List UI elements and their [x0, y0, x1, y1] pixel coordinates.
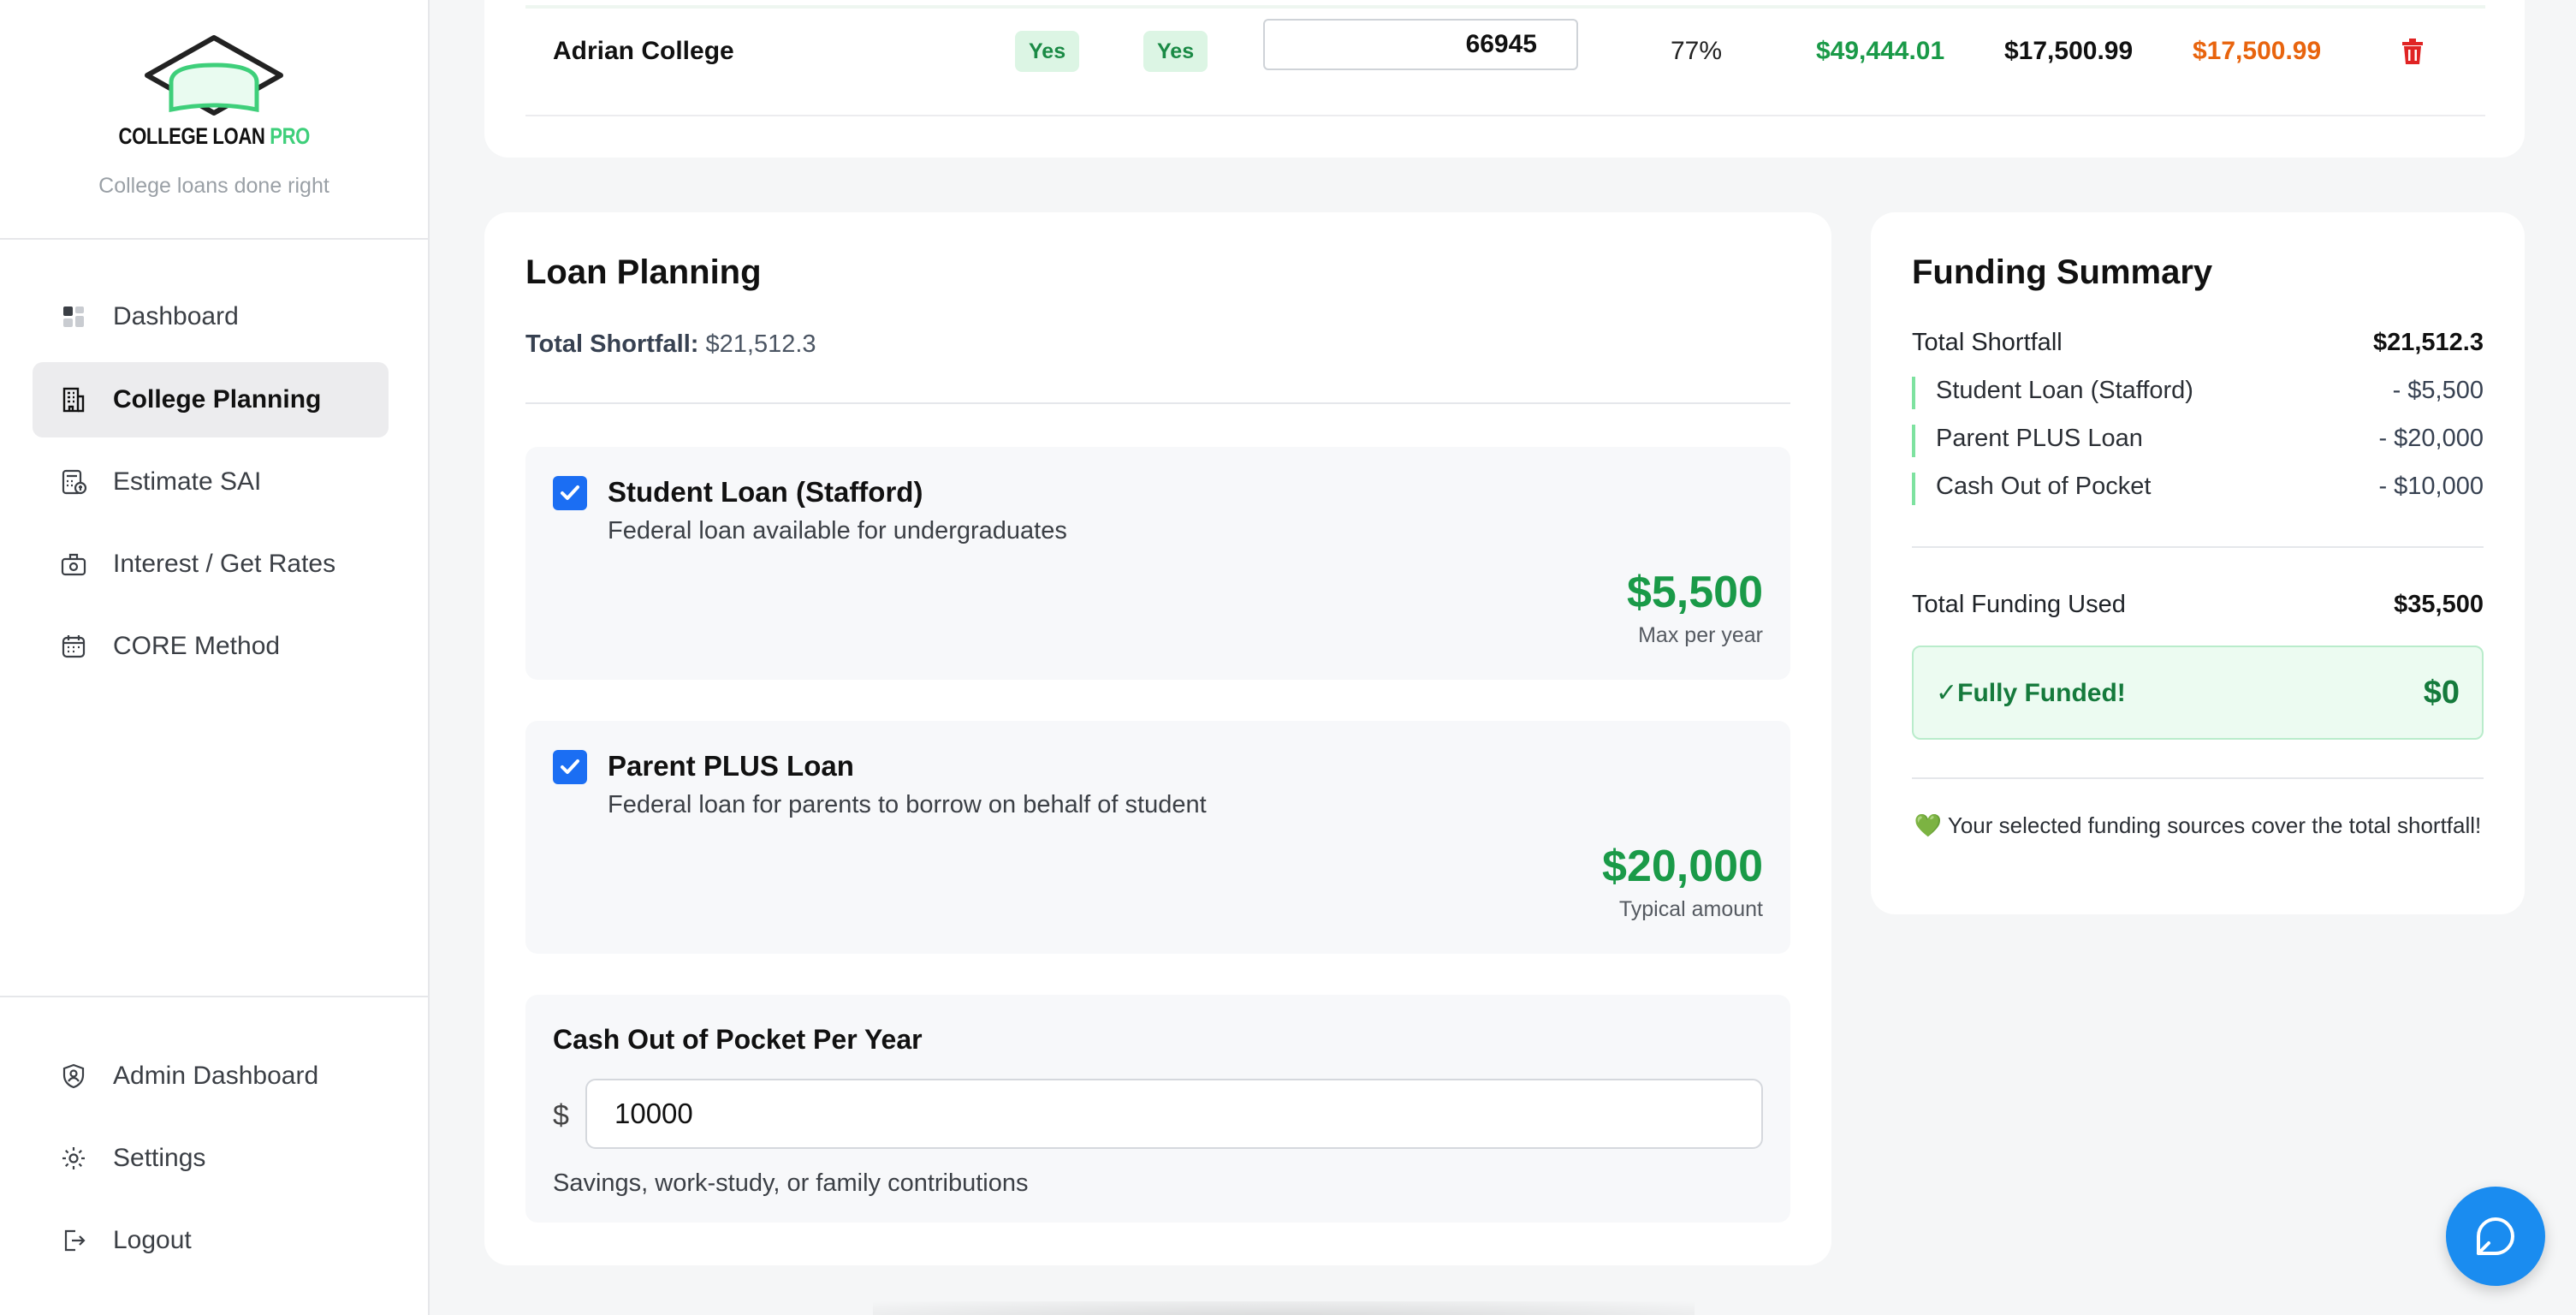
- scroll-shadow: [873, 1301, 1695, 1315]
- summary-total-shortfall: Total Shortfall $21,512.3: [1912, 329, 2484, 356]
- calendar-icon: [60, 633, 87, 660]
- sidebar-item-core-method[interactable]: CORE Method: [33, 609, 389, 684]
- money-icon: [60, 550, 87, 578]
- checkmark-icon: [561, 759, 579, 774]
- option-description: Federal loan for parents to borrow on be…: [608, 791, 1207, 818]
- option-description: Federal loan available for undergraduate…: [608, 517, 1067, 544]
- divider: [525, 402, 1790, 404]
- gear-icon: [60, 1145, 87, 1172]
- sidebar-item-label: Dashboard: [113, 302, 239, 330]
- sidebar-item-label: Admin Dashboard: [113, 1062, 319, 1090]
- sidebar-item-college-planning[interactable]: College Planning: [33, 362, 389, 437]
- section-title: Loan Planning: [525, 253, 762, 291]
- gap-value: $17,500.99: [2193, 37, 2322, 65]
- brand-tagline: College loans done right: [98, 174, 329, 198]
- sidebar-item-dashboard[interactable]: Dashboard: [33, 279, 389, 354]
- sidebar-item-label: Estimate SAI: [113, 467, 262, 496]
- college-name: Adrian College: [553, 37, 734, 65]
- total-shortfall: Total Shortfall: $21,512.3: [525, 330, 816, 358]
- student-loan-option[interactable]: Student Loan (Stafford) Federal loan ava…: [525, 447, 1790, 680]
- summary-note: 💚 Your selected funding sources cover th…: [1914, 812, 2482, 838]
- sidebar-item-settings[interactable]: Settings: [33, 1121, 389, 1196]
- sidebar-item-admin-dashboard[interactable]: Admin Dashboard: [33, 1038, 389, 1114]
- cash-out-of-pocket-section: Cash Out of Pocket Per Year $ Savings, w…: [525, 995, 1790, 1223]
- summary-item: Cash Out of Pocket - $10,000: [1912, 473, 2484, 505]
- sidebar-item-logout[interactable]: Logout: [33, 1203, 389, 1278]
- option-title: Parent PLUS Loan: [608, 750, 854, 782]
- sidebar-item-interest-rates[interactable]: Interest / Get Rates: [33, 527, 389, 602]
- cash-hint: Savings, work-study, or family contribut…: [553, 1169, 1029, 1197]
- efc-input[interactable]: [1263, 19, 1578, 70]
- section-title: Funding Summary: [1912, 253, 2213, 291]
- option-amount: $20,000: [1602, 842, 1763, 891]
- option-amount: $5,500: [1626, 568, 1763, 617]
- percent-value: 77%: [1671, 37, 1723, 65]
- brand-name: COLLEGE LOAN PRO: [118, 123, 310, 149]
- option-title: Student Loan (Stafford): [608, 476, 923, 508]
- divider: [1912, 777, 2484, 779]
- checkmark-icon: [561, 485, 579, 500]
- parent-plus-checkbox[interactable]: [553, 750, 587, 784]
- cash-out-of-pocket-input[interactable]: [585, 1079, 1763, 1149]
- shield-user-icon: [60, 1062, 87, 1090]
- funded-status: ✓Fully Funded! $0: [1912, 646, 2484, 740]
- dashboard-icon: [60, 303, 87, 330]
- funding-summary-card: Funding Summary Total Shortfall $21,512.…: [1871, 212, 2525, 914]
- aid-value: $17,500.99: [2004, 37, 2134, 65]
- brand-logo[interactable]: COLLEGE LOAN PRO College loans done righ…: [0, 31, 428, 199]
- parent-plus-option[interactable]: Parent PLUS Loan Federal loan for parent…: [525, 721, 1790, 954]
- row-divider: [525, 115, 2485, 116]
- sidebar-divider: [0, 238, 428, 240]
- sidebar-item-label: Interest / Get Rates: [113, 550, 336, 578]
- currency-symbol: $: [553, 1099, 569, 1132]
- college-table-card: Adrian College Yes Yes 77% $49,444.01 $1…: [484, 0, 2525, 158]
- row-divider: [525, 5, 2485, 9]
- sidebar-item-label: Logout: [113, 1226, 192, 1254]
- sidebar: COLLEGE LOAN PRO College loans done righ…: [0, 0, 430, 1315]
- summary-item: Parent PLUS Loan - $20,000: [1912, 425, 2484, 457]
- loan-planning-card: Loan Planning Total Shortfall: $21,512.3…: [484, 212, 1831, 1265]
- building-icon: [60, 386, 87, 414]
- summary-item: Student Loan (Stafford) - $5,500: [1912, 377, 2484, 409]
- chat-button[interactable]: [2446, 1187, 2545, 1286]
- chat-icon: [2477, 1217, 2514, 1255]
- cost-value: $49,444.01: [1816, 37, 1945, 65]
- sidebar-item-estimate-sai[interactable]: Estimate SAI: [33, 444, 389, 520]
- sidebar-divider: [0, 996, 428, 997]
- option-note: Typical amount: [1618, 897, 1763, 921]
- student-loan-checkbox[interactable]: [553, 476, 587, 510]
- divider: [1912, 546, 2484, 548]
- cash-title: Cash Out of Pocket Per Year: [553, 1024, 923, 1055]
- summary-total-funding: Total Funding Used $35,500: [1912, 591, 2484, 618]
- calculator-icon: [60, 468, 87, 496]
- sidebar-item-label: Settings: [113, 1144, 206, 1172]
- logout-icon: [60, 1227, 87, 1254]
- status-badge: Yes: [1015, 31, 1080, 72]
- option-note: Max per year: [1638, 623, 1763, 647]
- trash-icon[interactable]: [2401, 33, 2424, 70]
- sidebar-item-label: College Planning: [113, 385, 322, 414]
- status-badge: Yes: [1143, 31, 1208, 72]
- graduation-cap-logo-icon: [145, 35, 283, 116]
- sidebar-item-label: CORE Method: [113, 632, 281, 660]
